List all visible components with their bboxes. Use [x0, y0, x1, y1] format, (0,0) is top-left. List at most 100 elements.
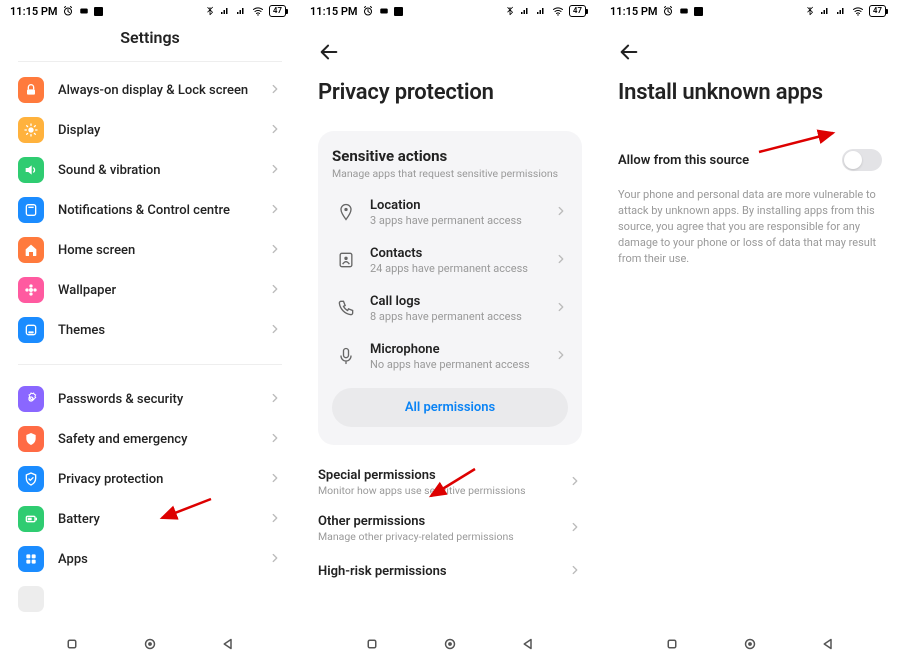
settings-row-partial[interactable] [18, 579, 282, 619]
nav-home[interactable] [441, 635, 459, 653]
perm-sublabel: 24 apps have permanent access [370, 262, 546, 275]
allow-toggle[interactable] [842, 149, 882, 171]
mic-icon [332, 346, 360, 366]
row-label: Home screen [58, 243, 260, 258]
settings-row-4[interactable]: Home screen [18, 230, 282, 270]
chevron-right-icon [268, 161, 282, 180]
settings-row2-1[interactable]: Safety and emergency [18, 419, 282, 459]
perm-row-microphone[interactable]: MicrophoneNo apps have permanent access [332, 332, 568, 380]
bell-panel-icon [18, 197, 44, 223]
chevron-right-icon [268, 470, 282, 489]
sensitive-actions-card: Sensitive actions Manage apps that reque… [318, 131, 582, 445]
wifi-icon [251, 5, 265, 17]
row-label: Safety and emergency [58, 432, 260, 447]
row-sublabel: Manage other privacy-related permissions [318, 530, 560, 543]
perm-row-location[interactable]: Location3 apps have permanent access [332, 188, 568, 236]
speaker-icon [18, 157, 44, 183]
perm-sublabel: 8 apps have permanent access [370, 310, 546, 323]
signal-icon [819, 5, 831, 17]
row-label: Display [58, 123, 260, 138]
alarm-icon [362, 5, 374, 17]
partial-icon [18, 586, 44, 612]
nav-home[interactable] [741, 635, 759, 653]
allow-from-source-row: Allow from this source [618, 131, 882, 177]
perm-row-contacts[interactable]: Contacts24 apps have permanent access [332, 236, 568, 284]
flower-icon [18, 277, 44, 303]
privacy-icon [18, 466, 44, 492]
square-icon [694, 7, 703, 16]
chevron-right-icon [268, 201, 282, 220]
settings-row-0[interactable]: Always-on display & Lock screen [18, 70, 282, 110]
wifi-icon [551, 5, 565, 17]
row-label: Wallpaper [58, 283, 260, 298]
youtube-icon [378, 6, 390, 16]
warning-description: Your phone and personal data are more vu… [618, 187, 882, 267]
privacy-row-0[interactable]: Special permissionsMonitor how apps use … [318, 459, 582, 505]
settings-row-5[interactable]: Wallpaper [18, 270, 282, 310]
settings-row2-0[interactable]: Passwords & security [18, 379, 282, 419]
row-label: Themes [58, 323, 260, 338]
row-label: Battery [58, 512, 260, 527]
apps-icon [18, 546, 44, 572]
phone-icon [332, 298, 360, 318]
page-title: Install unknown apps [618, 64, 882, 125]
settings-row-2[interactable]: Sound & vibration [18, 150, 282, 190]
privacy-row-1[interactable]: Other permissionsManage other privacy-re… [318, 505, 582, 551]
settings-row-1[interactable]: Display [18, 110, 282, 150]
battery-indicator: 47 [269, 5, 286, 17]
settings-row2-4[interactable]: Apps [18, 539, 282, 579]
settings-row2-3[interactable]: Battery [18, 499, 282, 539]
shield-icon [18, 426, 44, 452]
row-label: Special permissions [318, 468, 560, 483]
row-label: Apps [58, 552, 260, 567]
nav-recents[interactable] [363, 635, 381, 653]
settings-row-6[interactable]: Themes [18, 310, 282, 350]
chevron-right-icon [554, 347, 568, 366]
all-permissions-button[interactable]: All permissions [332, 388, 568, 427]
perm-label: Microphone [370, 342, 546, 357]
settings-row-3[interactable]: Notifications & Control centre [18, 190, 282, 230]
chevron-right-icon [268, 81, 282, 100]
wifi-icon [851, 5, 865, 17]
gear-shield-icon [18, 386, 44, 412]
panel-settings: 11:15 PM 47 Settings Always-on display &… [0, 0, 300, 667]
bluetooth-icon [505, 5, 515, 17]
back-button[interactable] [318, 40, 342, 64]
nav-back[interactable] [519, 635, 537, 653]
status-bar: 11:15 PM 47 [300, 0, 600, 22]
signal-icon [519, 5, 531, 17]
contact-icon [332, 250, 360, 270]
panel-install-unknown: 11:15 PM 47 Install unknown apps Allow f… [600, 0, 900, 667]
card-subtitle: Manage apps that request sensitive permi… [332, 167, 568, 180]
nav-recents[interactable] [63, 635, 81, 653]
page-title: Privacy protection [318, 64, 582, 125]
settings-row2-2[interactable]: Privacy protection [18, 459, 282, 499]
status-time: 11:15 PM [610, 5, 658, 18]
status-time: 11:15 PM [310, 5, 358, 18]
row-label: Notifications & Control centre [58, 203, 260, 218]
chevron-right-icon [268, 550, 282, 569]
nav-bar [600, 627, 900, 667]
nav-back[interactable] [219, 635, 237, 653]
chevron-right-icon [554, 251, 568, 270]
status-time: 11:15 PM [10, 5, 58, 18]
sun-icon [18, 117, 44, 143]
privacy-row-2[interactable]: High-risk permissions [318, 551, 582, 591]
square-icon [94, 7, 103, 16]
nav-home[interactable] [141, 635, 159, 653]
theme-icon [18, 317, 44, 343]
status-bar: 11:15 PM 47 [0, 0, 300, 22]
nav-recents[interactable] [663, 635, 681, 653]
row-label: High-risk permissions [318, 564, 560, 579]
back-button[interactable] [618, 40, 642, 64]
chevron-right-icon [568, 519, 582, 538]
alarm-icon [662, 5, 674, 17]
perm-row-call-logs[interactable]: Call logs8 apps have permanent access [332, 284, 568, 332]
youtube-icon [678, 6, 690, 16]
perm-label: Call logs [370, 294, 546, 309]
youtube-icon [78, 6, 90, 16]
perm-sublabel: No apps have permanent access [370, 358, 546, 371]
chevron-right-icon [268, 430, 282, 449]
chevron-right-icon [268, 281, 282, 300]
nav-back[interactable] [819, 635, 837, 653]
